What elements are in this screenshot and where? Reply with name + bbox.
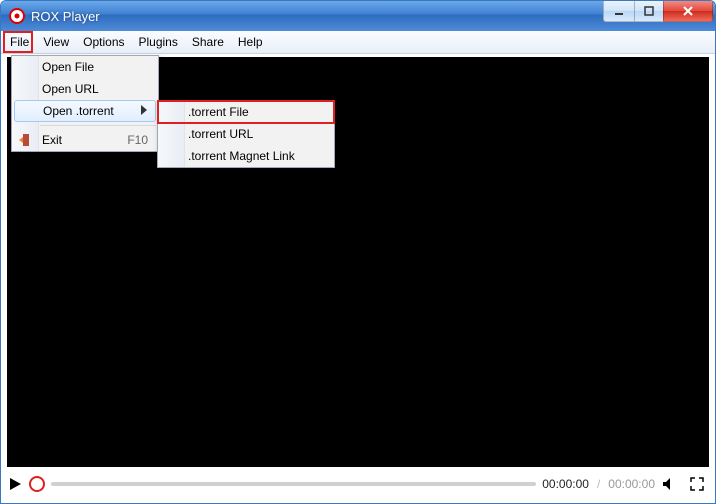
minimize-button[interactable] <box>603 1 635 22</box>
time-current: 00:00:00 <box>542 477 589 491</box>
menuitem-label: Exit <box>42 133 62 147</box>
window-title: ROX Player <box>31 9 100 24</box>
menuitem-torrent-file[interactable]: .torrent File <box>158 101 334 123</box>
exit-icon <box>17 132 33 148</box>
torrent-submenu: .torrent File .torrent URL .torrent Magn… <box>157 100 335 168</box>
menuitem-label: .torrent File <box>188 105 249 119</box>
seek-bar[interactable] <box>51 482 536 486</box>
menuitem-open-torrent[interactable]: Open .torrent <box>14 100 156 122</box>
menu-options[interactable]: Options <box>76 32 131 52</box>
title-bar: ROX Player <box>1 1 715 31</box>
menu-help[interactable]: Help <box>231 32 270 52</box>
menuitem-label: .torrent Magnet Link <box>188 149 295 163</box>
volume-icon[interactable] <box>661 476 677 492</box>
menuitem-open-file[interactable]: Open File <box>12 56 158 78</box>
time-separator: / <box>597 477 600 491</box>
app-icon <box>9 8 25 24</box>
menuitem-torrent-magnet[interactable]: .torrent Magnet Link <box>158 145 334 167</box>
menuitem-exit[interactable]: Exit F10 <box>12 129 158 151</box>
menu-file[interactable]: File <box>3 32 36 52</box>
menu-bar: File View Options Plugins Share Help <box>1 31 715 54</box>
window-controls <box>603 1 713 22</box>
menuitem-label: Open URL <box>42 82 99 96</box>
menuitem-open-url[interactable]: Open URL <box>12 78 158 100</box>
menuitem-label: .torrent URL <box>188 127 253 141</box>
file-dropdown: Open File Open URL Open .torrent Exit F1… <box>11 55 159 152</box>
menuitem-accelerator: F10 <box>127 133 148 147</box>
play-button[interactable] <box>7 476 23 492</box>
app-window: ROX Player File View Options Plugins Sha… <box>0 0 716 504</box>
maximize-button[interactable] <box>635 1 663 22</box>
record-button[interactable] <box>29 476 45 492</box>
menuitem-torrent-url[interactable]: .torrent URL <box>158 123 334 145</box>
submenu-arrow-icon <box>141 104 147 118</box>
time-total: 00:00:00 <box>608 477 655 491</box>
menuitem-label: Open File <box>42 60 94 74</box>
close-button[interactable] <box>663 1 713 22</box>
menu-plugins[interactable]: Plugins <box>132 32 185 52</box>
menu-view[interactable]: View <box>36 32 76 52</box>
menu-separator <box>40 125 156 126</box>
fullscreen-icon[interactable] <box>689 476 705 492</box>
control-bar: 00:00:00 / 00:00:00 <box>7 471 709 497</box>
menu-share[interactable]: Share <box>185 32 231 52</box>
menuitem-label: Open .torrent <box>43 104 114 118</box>
